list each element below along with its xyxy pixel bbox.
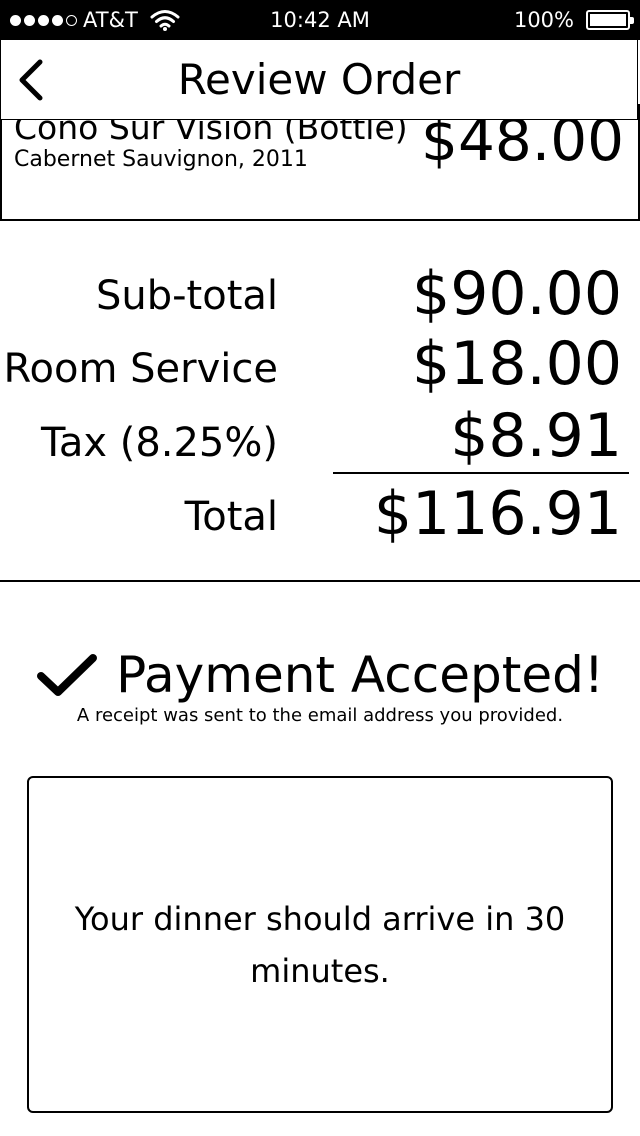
page-title: Review Order — [177, 55, 461, 104]
payment-status: Payment Accepted! — [0, 640, 640, 710]
delivery-message-box: Your dinner should arrive in 30 minutes. — [27, 776, 613, 1113]
order-item[interactable]: Cono Sur Vision (Bottle) Cabernet Sauvig… — [0, 104, 640, 221]
order-totals: Sub-total $90.00 Room Service $18.00 Tax… — [0, 222, 640, 582]
status-right: 100% — [513, 8, 634, 32]
battery-nub — [630, 17, 634, 24]
payment-title: Payment Accepted! — [116, 646, 604, 704]
item-subtitle: Cabernet Sauvignon, 2011 — [14, 147, 308, 172]
tax-value: $8.91 — [450, 401, 622, 471]
room-service-value: $18.00 — [412, 329, 622, 399]
room-service-label: Room Service — [3, 346, 278, 392]
tax-label: Tax (8.25%) — [41, 420, 278, 466]
battery-fill — [590, 14, 626, 26]
subtotal-value: $90.00 — [412, 259, 622, 329]
total-divider — [333, 472, 629, 474]
battery-percent: 100% — [513, 8, 574, 32]
battery-icon — [586, 10, 634, 30]
subtotal-label: Sub-total — [95, 273, 278, 319]
status-bar: AT&T 10:42 AM 100% — [0, 0, 640, 40]
receipt-note: A receipt was sent to the email address … — [76, 705, 564, 726]
delivery-message: Your dinner should arrive in 30 minutes. — [74, 899, 566, 990]
total-value: $116.91 — [373, 479, 622, 549]
nav-bar: Review Order — [0, 40, 638, 120]
checkmark-icon — [37, 654, 98, 696]
total-label: Total — [184, 494, 278, 540]
